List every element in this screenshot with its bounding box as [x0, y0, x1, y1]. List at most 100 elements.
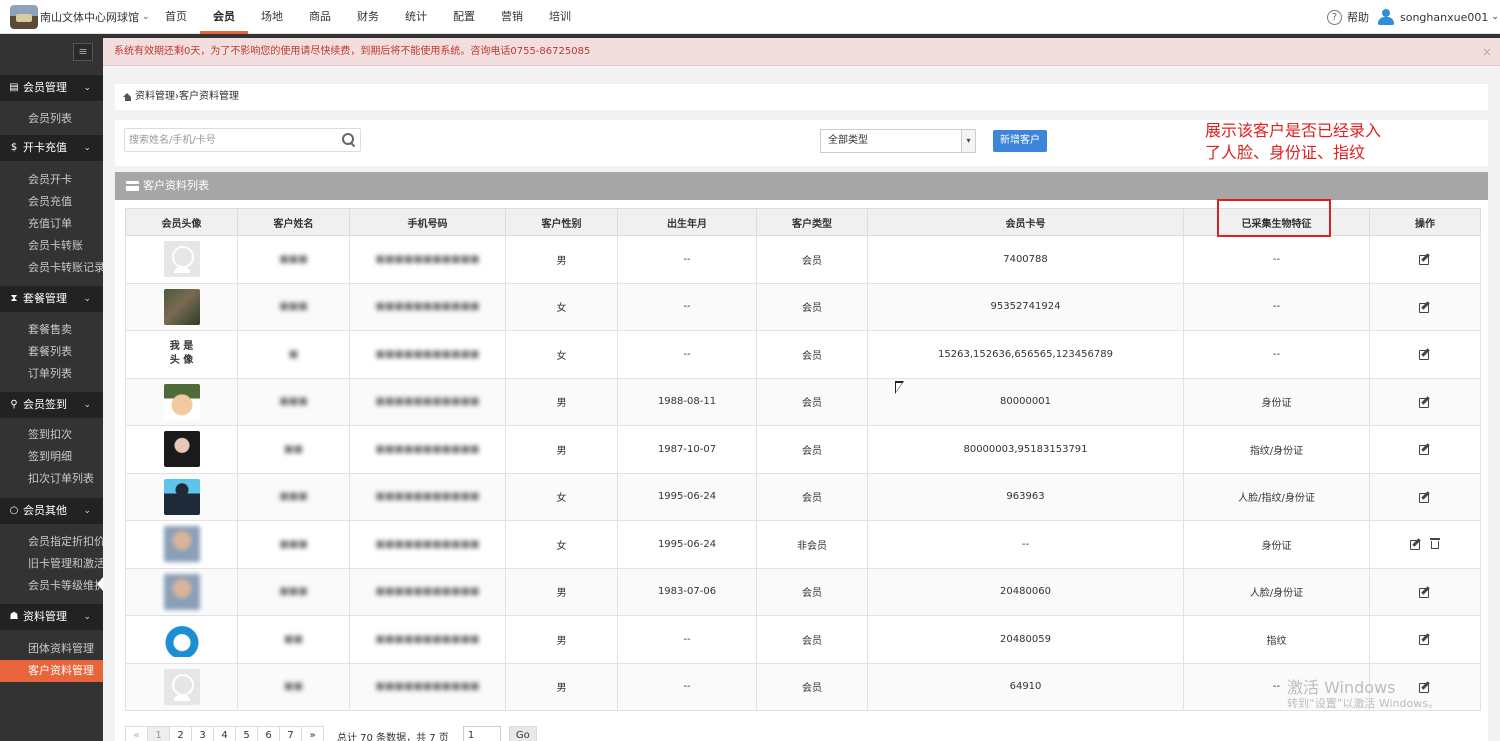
search-icon[interactable]	[342, 133, 354, 145]
table-row: ■■■ ■■■■■■■■■■■ 男 1983-07-06 会员 20480060 人脸/身份…	[125, 567, 1481, 616]
panel-title: 客户资料列表	[143, 179, 209, 192]
sidebar-group-icon: ⧗	[10, 293, 18, 304]
go-button[interactable]: Go	[508, 726, 537, 741]
actions-cell	[1369, 377, 1481, 426]
edit-icon[interactable]	[1419, 396, 1431, 408]
card-number: 80000003,95183153791	[963, 443, 1088, 455]
org-name: 南山文体中心网球馆	[40, 11, 139, 24]
close-icon[interactable]: ×	[1482, 38, 1492, 66]
sidebar-group-header[interactable]: ☗ 资料管理 ⌄	[0, 604, 103, 630]
edit-icon[interactable]	[1419, 253, 1431, 266]
edit-icon[interactable]	[1419, 301, 1431, 313]
nav-item[interactable]: 首页	[152, 0, 200, 34]
sidebar-item[interactable]: 签到明细	[0, 446, 103, 468]
sidebar-group-header[interactable]: ⧗ 套餐管理 ⌄	[0, 286, 103, 312]
avatar	[163, 478, 200, 515]
breadcrumb-root[interactable]: 资料管理	[135, 84, 175, 110]
nav-item[interactable]: 场地	[248, 0, 296, 34]
phone-number: ■■■■■■■■■■■	[375, 396, 480, 408]
pagination-prev[interactable]: «	[125, 726, 148, 741]
user-menu[interactable]: songhanxue001 ⌄	[1378, 9, 1499, 25]
edit-icon[interactable]	[1419, 443, 1431, 456]
nav-item[interactable]: 统计	[392, 0, 440, 34]
menu-toggle-icon[interactable]: ≡	[73, 43, 93, 61]
sidebar-item[interactable]: 旧卡管理和激活	[0, 553, 103, 575]
edit-icon[interactable]	[1419, 586, 1431, 598]
sidebar-item[interactable]: 会员列表	[0, 108, 103, 130]
customer-name: ■■■	[279, 396, 308, 408]
sidebar-item[interactable]: 充值订单	[0, 213, 103, 235]
table-row: ■■ ■■■■■■■■■■■ 男 1987-10-07 会员 80000003,95183…	[125, 425, 1481, 474]
gender: 女	[556, 493, 567, 505]
pagination-page[interactable]: 5	[235, 726, 258, 741]
pagination-next[interactable]: »	[301, 726, 324, 741]
customer-name-cell: ■■■	[237, 282, 350, 331]
pagination-page[interactable]: 1	[147, 726, 170, 741]
nav-item[interactable]: 会员	[200, 0, 248, 34]
edit-icon[interactable]	[1419, 348, 1431, 361]
edit-icon[interactable]	[1410, 538, 1422, 551]
active-group-indicator	[97, 577, 103, 591]
edit-icon[interactable]	[1419, 633, 1431, 646]
sidebar-group-header[interactable]: ⚲ 会员签到 ⌄	[0, 392, 103, 418]
pagination-page[interactable]: 6	[257, 726, 280, 741]
trash-icon[interactable]	[1430, 538, 1440, 550]
biometrics-cell: 指纹/身份证	[1183, 425, 1370, 474]
pagination: «1 2 3 4 5 6 7» 总计 70 条数据，共 7 页 1 Go	[125, 726, 537, 741]
sidebar-item[interactable]: 签到扣次	[0, 424, 103, 446]
gender: 女	[556, 350, 567, 362]
sidebar-group-header[interactable]: ▤ 会员管理 ⌄	[0, 75, 103, 101]
page-jump-input[interactable]: 1	[462, 726, 501, 741]
gender-cell: 男	[505, 567, 618, 616]
search-input[interactable]	[125, 129, 325, 151]
actions-cell	[1369, 282, 1481, 331]
chevron-down-icon: ⌄	[83, 506, 91, 516]
sidebar-item[interactable]: 会员卡等级维护	[0, 575, 103, 597]
chevron-down-icon: ⌄	[83, 294, 91, 304]
pagination-page[interactable]: 7	[279, 726, 302, 741]
nav-item[interactable]: 商品	[296, 0, 344, 34]
sidebar-item[interactable]: 会员充值	[0, 191, 103, 213]
gender: 男	[556, 445, 567, 457]
pagination-page[interactable]: 3	[191, 726, 214, 741]
sidebar-item[interactable]: 扣次订单列表	[0, 468, 103, 490]
customer-type-select[interactable]: 全部类型 ▾	[820, 129, 976, 153]
sidebar-item[interactable]: 订单列表	[0, 363, 103, 385]
customer-name: ■■■	[279, 301, 308, 313]
sidebar-group-header[interactable]: $ 开卡充值 ⌄	[0, 135, 103, 161]
sidebar-item[interactable]: 会员卡转账记录	[0, 257, 103, 279]
sidebar-item[interactable]: 套餐列表	[0, 341, 103, 363]
phone-number: ■■■■■■■■■■■	[375, 586, 480, 598]
nav-item[interactable]: 营销	[488, 0, 536, 34]
birth-date-cell: --	[617, 330, 757, 379]
customer-type: 会员	[802, 588, 822, 600]
nav-item[interactable]: 培训	[536, 0, 584, 34]
add-customer-button[interactable]: 新增客户	[993, 130, 1047, 152]
avatar-cell	[125, 472, 238, 521]
pagination-page[interactable]: 2	[169, 726, 192, 741]
nav-item[interactable]: 财务	[344, 0, 392, 34]
sidebar-item[interactable]: 团体资料管理	[0, 638, 103, 660]
table-row: ■■ ■■■■■■■■■■■ 男 -- 会员 20480059 指纹	[125, 615, 1481, 664]
customer-name-cell: ■■■	[237, 520, 350, 569]
birth-date-cell: 1988-08-11	[617, 377, 757, 426]
sidebar-item[interactable]: 会员指定折扣价	[0, 531, 103, 553]
org-switcher[interactable]: 南山文体中心网球馆 ⌄	[10, 5, 150, 29]
help-link[interactable]: ? 帮助	[1327, 9, 1369, 25]
sidebar-item[interactable]: 会员卡转账	[0, 235, 103, 257]
sidebar-item[interactable]: 套餐售卖	[0, 319, 103, 341]
sidebar-item[interactable]: 会员开卡	[0, 169, 103, 191]
pagination-page[interactable]: 4	[213, 726, 236, 741]
sidebar-group-header[interactable]: ○ 会员其他 ⌄	[0, 498, 103, 524]
sidebar-item[interactable]: 客户资料管理	[0, 660, 103, 682]
customer-name: ■	[288, 348, 299, 360]
avatar	[163, 288, 200, 325]
edit-icon[interactable]	[1419, 491, 1431, 503]
sidebar-group-icon: ☗	[9, 611, 19, 622]
nav-item[interactable]: 配置	[440, 0, 488, 34]
edit-icon[interactable]	[1419, 681, 1431, 693]
biometrics: 指纹	[1266, 635, 1287, 647]
biometrics: --	[1272, 681, 1281, 693]
birth-date: 1995-06-24	[657, 491, 717, 503]
gender: 男	[556, 255, 567, 267]
